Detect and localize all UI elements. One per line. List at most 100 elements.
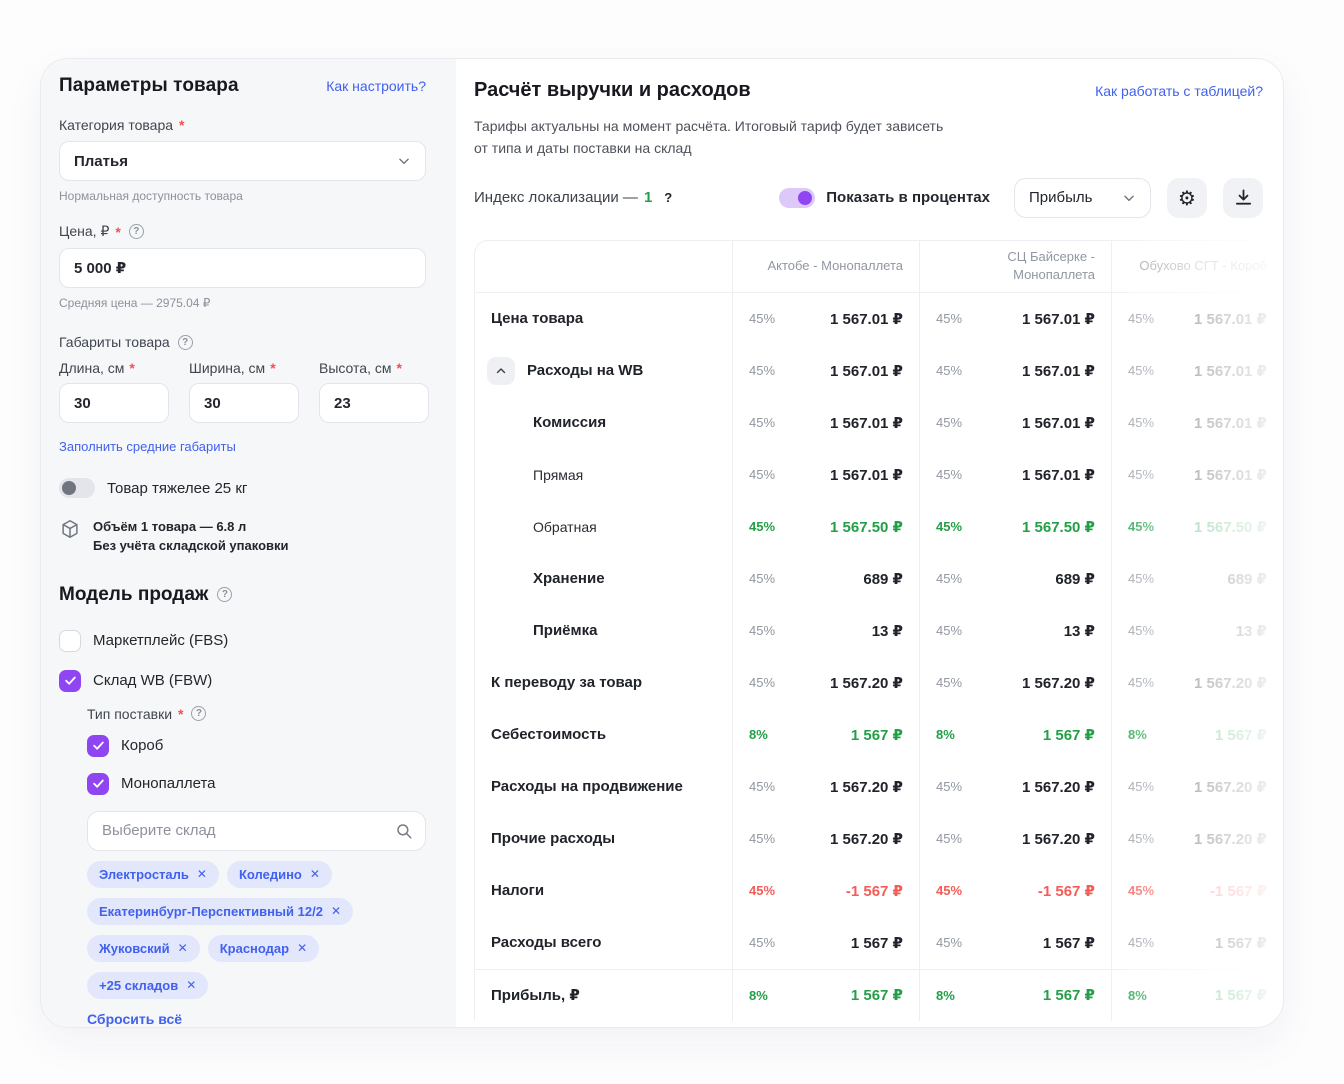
model-option-fbs[interactable]: Маркетплейс (FBS) (59, 630, 426, 652)
checkbox-unchecked (59, 630, 81, 652)
table-row: Прямая45%1 567.01 ₽45%1 567.01 ₽45%1 567… (475, 449, 1283, 501)
row-label: Расходы на продвижение (491, 778, 683, 795)
row-percent: 45% (749, 519, 775, 534)
heavy-item-toggle[interactable] (59, 478, 95, 498)
row-label-cell: Прибыль, ₽ (475, 970, 732, 1021)
warehouse-chip[interactable]: Электросталь✕ (87, 861, 219, 888)
question-icon[interactable]: ? (217, 587, 232, 602)
table-row: Хранение45%689 ₽45%689 ₽45%689 ₽ (475, 553, 1283, 605)
checkbox-checked (87, 773, 109, 795)
page-title: Расчёт выручки и расходов (474, 79, 751, 102)
close-icon[interactable]: ✕ (310, 867, 320, 881)
question-icon[interactable]: ? (191, 706, 206, 721)
value-cell: 45%1 567.20 ₽ (919, 813, 1111, 865)
table-help-link[interactable]: Как работать с таблицей? (1095, 83, 1263, 99)
warehouse-chip[interactable]: Краснодар✕ (208, 935, 319, 962)
close-icon[interactable]: ✕ (178, 941, 188, 955)
row-value: 1 567.01 ₽ (1194, 310, 1267, 328)
volume-line1: Объём 1 товара — 6.8 л (93, 518, 289, 537)
row-label: Прямая (533, 467, 583, 483)
value-cell: 45%1 567.20 ₽ (732, 813, 919, 865)
supply-option-pallet[interactable]: Монопаллета (87, 773, 426, 795)
row-percent: 45% (749, 675, 775, 690)
download-button[interactable] (1223, 178, 1263, 218)
row-label: К переводу за товар (491, 674, 642, 691)
row-value: 1 567.20 ₽ (1022, 674, 1095, 692)
warehouse-chip[interactable]: Екатеринбург-Перспективный 12/2✕ (87, 898, 353, 925)
length-input[interactable] (59, 383, 169, 423)
localization-index: Индекс локализации — 1 ? (474, 189, 672, 206)
sales-model-title: Модель продаж ? (59, 584, 426, 606)
close-icon[interactable]: ✕ (186, 978, 196, 992)
value-cell: 45%1 567.01 ₽ (732, 345, 919, 397)
close-icon[interactable]: ✕ (331, 904, 341, 918)
value-cell: 8%1 567 ₽ (1111, 970, 1283, 1021)
row-value: 1 567 ₽ (1215, 986, 1267, 1004)
value-cell: 45%1 567.50 ₽ (1111, 501, 1283, 553)
fill-average-dimensions-link[interactable]: Заполнить средние габариты (59, 439, 236, 454)
check-icon (64, 674, 77, 687)
row-value: 1 567 ₽ (1215, 726, 1267, 744)
question-icon[interactable]: ? (129, 224, 144, 239)
table-row: Прочие расходы45%1 567.20 ₽45%1 567.20 ₽… (475, 813, 1283, 865)
value-cell: 45%1 567.20 ₽ (1111, 761, 1283, 813)
show-percent-toggle[interactable] (779, 188, 815, 208)
chip-label: +25 складов (99, 978, 178, 993)
warehouse-chip[interactable]: Коледино✕ (227, 861, 332, 888)
value-cell: 45%1 567.01 ₽ (919, 397, 1111, 449)
localization-hint-icon[interactable]: ? (664, 190, 672, 205)
value-cell: 45%1 567.01 ₽ (919, 345, 1111, 397)
price-input[interactable] (59, 248, 426, 288)
row-label-cell: Налоги (475, 865, 732, 917)
row-percent: 45% (749, 623, 775, 638)
row-label-cell: Цена товара (475, 293, 732, 345)
question-icon[interactable]: ? (178, 335, 193, 350)
height-input[interactable] (319, 383, 429, 423)
value-cell: 45%1 567.20 ₽ (1111, 813, 1283, 865)
length-label: Длина, см* (59, 360, 169, 376)
column-header: Актобе - Монопаллета (732, 241, 919, 292)
value-cell: 45%1 567.20 ₽ (919, 657, 1111, 709)
supply-option-box[interactable]: Короб (87, 735, 426, 757)
width-label: Ширина, см* (189, 360, 299, 376)
reset-all-link[interactable]: Сбросить всё (87, 1011, 182, 1027)
row-value: 13 ₽ (872, 622, 903, 640)
row-percent: 45% (749, 831, 775, 846)
row-label: Хранение (533, 570, 605, 587)
model-option-fbw[interactable]: Склад WB (FBW) (59, 670, 426, 692)
row-label-cell: Обратная (475, 501, 732, 553)
category-select[interactable]: Платья (59, 141, 426, 181)
row-percent: 45% (1128, 415, 1154, 430)
how-to-configure-link[interactable]: Как настроить? (326, 78, 426, 94)
row-percent: 45% (749, 415, 775, 430)
close-icon[interactable]: ✕ (197, 867, 207, 881)
show-percent-label: Показать в процентах (826, 189, 990, 206)
row-value: 1 567 ₽ (1043, 986, 1095, 1004)
warehouse-chip[interactable]: +25 складов ✕ (87, 972, 208, 999)
value-cell: 45%1 567.01 ₽ (1111, 345, 1283, 397)
value-cell: 8%1 567 ₽ (919, 709, 1111, 761)
warehouse-search-input[interactable] (87, 811, 426, 851)
row-label-cell: Себестоимость (475, 709, 732, 761)
table-corner-cell (475, 241, 732, 292)
row-label-cell: Прочие расходы (475, 813, 732, 865)
row-percent: 45% (936, 831, 962, 846)
warehouse-chip[interactable]: Жуковский✕ (87, 935, 200, 962)
download-icon (1234, 188, 1253, 207)
row-value: 1 567.01 ₽ (1194, 466, 1267, 484)
row-value: 1 567.20 ₽ (1194, 830, 1267, 848)
row-value: 689 ₽ (863, 570, 903, 588)
row-percent: 45% (749, 935, 775, 950)
table-row: Расходы на продвижение45%1 567.20 ₽45%1 … (475, 761, 1283, 813)
row-percent: 45% (749, 363, 775, 378)
row-percent: 45% (936, 623, 962, 638)
close-icon[interactable]: ✕ (297, 941, 307, 955)
metric-select[interactable]: Прибыль (1014, 178, 1151, 218)
row-value: 689 ₽ (1055, 570, 1095, 588)
check-icon (92, 739, 105, 752)
collapse-button[interactable] (487, 357, 515, 385)
search-icon (395, 822, 413, 840)
settings-button[interactable]: ⚙ (1167, 178, 1207, 218)
width-input[interactable] (189, 383, 299, 423)
value-cell: 45%1 567.50 ₽ (919, 501, 1111, 553)
